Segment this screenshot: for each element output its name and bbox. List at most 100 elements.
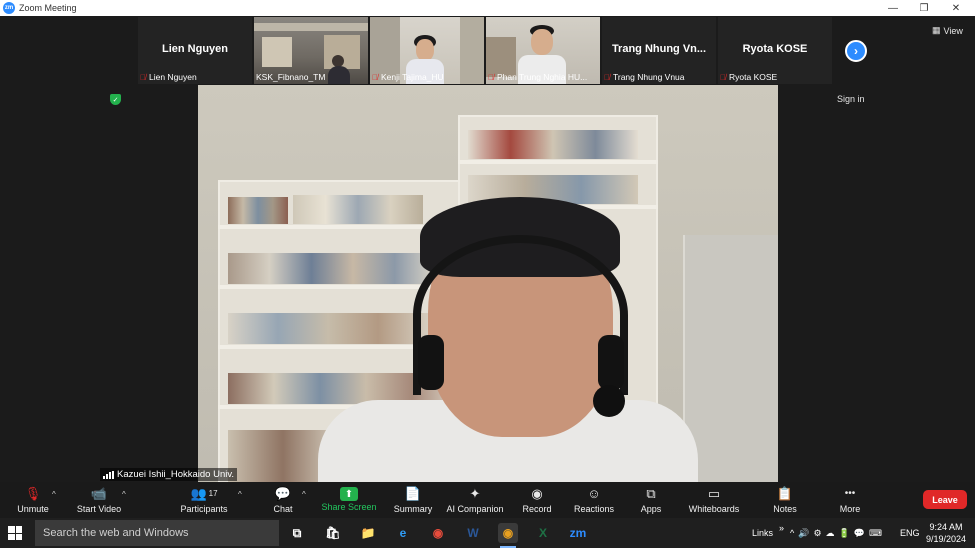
- minimize-button[interactable]: —: [878, 0, 908, 16]
- reactions-icon: ☺: [587, 486, 601, 501]
- participant-nameplate: 🎙̸ Phan Trung Nghia HU...: [488, 72, 598, 82]
- ai-companion-icon: ✦: [469, 485, 481, 501]
- edge-icon[interactable]: e: [393, 523, 413, 543]
- chat-options-caret[interactable]: ^: [302, 490, 306, 499]
- share-screen-icon: ⬆: [340, 487, 358, 501]
- settings-icon[interactable]: ⚙: [813, 528, 821, 539]
- windows-start-icon[interactable]: [8, 526, 22, 540]
- participants-label: Participants: [180, 504, 228, 514]
- participant-tile[interactable]: Lien Nguyen 🎙̸ Lien Nguyen: [138, 17, 252, 84]
- volume-icon[interactable]: 🔊: [798, 528, 809, 539]
- start-video-button[interactable]: 📹 Start Video: [74, 484, 124, 518]
- participant-name: Trang Nhung Vnua: [613, 72, 685, 82]
- record-button[interactable]: ◉ Record: [520, 484, 554, 518]
- apps-button[interactable]: ⧉ Apps: [638, 484, 664, 518]
- sign-in-link[interactable]: Sign in: [837, 94, 865, 104]
- close-button[interactable]: ✕: [941, 0, 971, 16]
- store-icon[interactable]: 🛍: [323, 523, 343, 543]
- muted-mic-icon: 🎙̸: [488, 72, 494, 82]
- muted-mic-icon: 🎙̸: [720, 72, 726, 82]
- record-icon: ◉: [531, 485, 543, 501]
- tray-overflow-icon[interactable]: ^: [790, 528, 794, 538]
- chrome-icon[interactable]: ◉: [428, 523, 448, 543]
- muted-mic-icon: 🎙̸: [140, 72, 146, 82]
- restore-button[interactable]: ❐: [909, 0, 939, 16]
- links-label: Links: [752, 528, 774, 538]
- whiteboards-button[interactable]: ▭ Whiteboards: [688, 484, 740, 518]
- participants-options-caret[interactable]: ^: [238, 490, 242, 499]
- gallery-strip: Lien Nguyen 🎙̸ Lien Nguyen KSK_Fibnano_T…: [138, 17, 832, 84]
- keyboard-icon[interactable]: ⌨: [869, 528, 882, 539]
- muted-mic-icon: 🎙̸: [604, 72, 610, 82]
- active-speaker-name: Kazuei Ishii_Hokkaido Univ.: [117, 469, 235, 480]
- participant-tile[interactable]: 🎙̸ Kenji Tajima_HU: [370, 17, 484, 84]
- notes-label: Notes: [773, 504, 797, 514]
- taskbar-search-input[interactable]: [43, 527, 273, 539]
- task-view-icon[interactable]: ⧉: [287, 523, 307, 543]
- windows-taskbar: ⧉ 🛍 📁 e ◉ W ◉ Xzm Links » ^ 🔊 ⚙ ☁ 🔋 💬 ⌨ ENG 9:24 AM 9…: [0, 518, 975, 548]
- file-explorer-icon[interactable]: 📁: [358, 523, 378, 543]
- excel-icon[interactable]: X: [533, 523, 553, 543]
- chat-label: Chat: [273, 504, 293, 514]
- unmute-label: Unmute: [17, 504, 49, 514]
- summary-icon: 📄: [404, 485, 422, 501]
- participant-nameplate: 🎙̸ Kenji Tajima_HU: [372, 72, 482, 82]
- tray-chevron-icon: »: [779, 523, 785, 533]
- participant-nameplate: 🎙̸ Ryota KOSE: [720, 72, 830, 82]
- muted-mic-icon: 🎙: [24, 485, 42, 501]
- summary-label: Summary: [393, 504, 433, 514]
- participant-tile[interactable]: KSK_Fibnano_TM: [254, 17, 368, 84]
- zoom-window: zm Zoom Meeting — ❐ ✕ Lien Nguyen 🎙̸ Lie…: [0, 0, 975, 548]
- system-tray: ^ 🔊 ⚙ ☁ 🔋 💬 ⌨: [790, 518, 882, 548]
- unmute-button[interactable]: 🎙 Unmute: [14, 484, 52, 518]
- participant-name: KSK_Fibnano_TM: [256, 72, 326, 82]
- muted-mic-icon: 🎙̸: [372, 72, 378, 82]
- chrome-profile-icon[interactable]: ◉: [498, 523, 518, 548]
- meeting-toolbar: 🎙 Unmute ^ 📹 Start Video ^ 👥 17 Particip…: [0, 482, 975, 518]
- participant-display-name: Ryota KOSE: [742, 43, 808, 55]
- more-label: More: [839, 504, 861, 514]
- start-video-label: Start Video: [76, 504, 122, 514]
- view-button[interactable]: ▦ View: [932, 25, 963, 36]
- headset-icon: [413, 235, 628, 395]
- share-screen-button[interactable]: ⬆ Share Screen: [321, 484, 377, 518]
- participants-icon-group: 👥 17: [190, 484, 217, 503]
- links-toolbar[interactable]: Links »: [752, 518, 784, 548]
- gallery-next-button[interactable]: ›: [845, 40, 867, 62]
- participants-button[interactable]: 👥 17 Participants: [178, 484, 230, 518]
- more-button[interactable]: ••• More: [836, 484, 864, 518]
- share-screen-label: Share Screen: [321, 502, 377, 512]
- leave-button[interactable]: Leave: [923, 490, 967, 509]
- security-shield-icon[interactable]: ✓: [110, 94, 121, 105]
- participant-tile[interactable]: 🎙̸ Phan Trung Nghia HU...: [486, 17, 600, 84]
- summary-button[interactable]: 📄 Summary: [393, 484, 433, 518]
- video-options-caret[interactable]: ^: [122, 490, 126, 499]
- whiteboard-icon: ▭: [707, 485, 721, 501]
- taskbar-clock[interactable]: 9:24 AM 9/19/2024: [920, 521, 972, 545]
- ai-companion-button[interactable]: ✦ AI Companion: [446, 484, 504, 518]
- participants-icon: 👥: [190, 485, 207, 501]
- notes-button[interactable]: 📋 Notes: [770, 484, 800, 518]
- notification-icon[interactable]: 💬: [854, 528, 865, 539]
- video-off-icon: 📹: [90, 485, 108, 501]
- clock-date: 9/19/2024: [925, 534, 967, 544]
- participant-display-name: Trang Nhung Vn...: [611, 43, 707, 55]
- meeting-stage: Lien Nguyen 🎙̸ Lien Nguyen KSK_Fibnano_T…: [0, 16, 975, 497]
- taskbar-search[interactable]: [35, 520, 279, 546]
- battery-icon[interactable]: 🔋: [839, 528, 850, 539]
- reactions-label: Reactions: [573, 504, 615, 514]
- cloud-icon[interactable]: ☁: [826, 528, 835, 539]
- participant-name: Lien Nguyen: [149, 72, 197, 82]
- clock-time: 9:24 AM: [929, 522, 963, 532]
- language-indicator[interactable]: ENG: [900, 518, 920, 548]
- reactions-button[interactable]: ☺ Reactions: [573, 484, 615, 518]
- participant-nameplate: KSK_Fibnano_TM: [256, 72, 366, 82]
- participant-tile[interactable]: Trang Nhung Vn... 🎙̸ Trang Nhung Vnua: [602, 17, 716, 84]
- chat-button[interactable]: 💬 Chat: [268, 484, 298, 518]
- audio-options-caret[interactable]: ^: [52, 490, 56, 499]
- participant-tile[interactable]: Ryota KOSE 🎙̸ Ryota KOSE: [718, 17, 832, 84]
- participant-display-name: Lien Nguyen: [161, 43, 228, 55]
- word-icon[interactable]: W: [463, 523, 483, 543]
- title-bar: zm Zoom Meeting — ❐ ✕: [0, 0, 975, 16]
- zoom-icon[interactable]: zm: [568, 523, 588, 543]
